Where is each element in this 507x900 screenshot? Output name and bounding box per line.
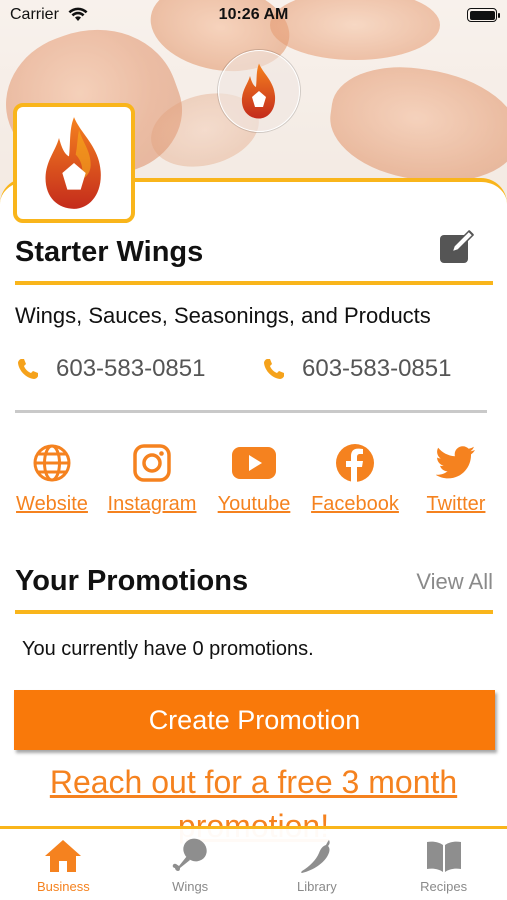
- phone-number: 603-583-0851: [302, 355, 452, 382]
- social-link-facebook[interactable]: Facebook: [305, 441, 405, 516]
- status-bar: Carrier 10:26 AM: [0, 0, 507, 30]
- battery-icon: [467, 8, 500, 22]
- social-link-twitter[interactable]: Twitter: [406, 441, 506, 516]
- section-divider: [15, 410, 487, 413]
- globe-icon: [33, 444, 71, 482]
- home-icon: [45, 840, 82, 872]
- title-divider: [15, 281, 493, 285]
- book-icon: [426, 841, 461, 872]
- business-name: Starter Wings: [15, 236, 204, 268]
- edit-icon[interactable]: [438, 228, 476, 266]
- youtube-icon: [232, 447, 276, 479]
- social-link-label: Instagram: [107, 493, 197, 515]
- phone-link[interactable]: 603-583-0851: [262, 355, 451, 383]
- tab-label: Wings: [172, 879, 209, 894]
- social-link-instagram[interactable]: Instagram: [102, 441, 202, 516]
- promotions-title: Your Promotions: [15, 565, 249, 597]
- business-logo[interactable]: [13, 103, 135, 223]
- pepper-icon: [301, 840, 330, 873]
- center-logo: [218, 50, 300, 132]
- tab-wings[interactable]: Wings: [127, 829, 254, 900]
- social-link-label: Website: [16, 493, 88, 515]
- social-link-label: Facebook: [311, 493, 399, 515]
- clock-label: 10:26 AM: [218, 6, 289, 23]
- flame-logo-icon: [241, 63, 276, 119]
- business-tagline: Wings, Sauces, Seasonings, and Products: [15, 303, 431, 328]
- social-link-youtube[interactable]: Youtube: [204, 441, 304, 516]
- promotions-divider: [15, 610, 493, 614]
- view-all-link[interactable]: View All: [416, 569, 493, 595]
- tab-business[interactable]: Business: [0, 829, 127, 900]
- tab-label: Business: [37, 879, 90, 894]
- tab-label: Library: [297, 879, 337, 894]
- social-link-label: Youtube: [217, 493, 291, 515]
- tab-library[interactable]: Library: [254, 829, 381, 900]
- phone-link[interactable]: 603-583-0851: [16, 355, 205, 383]
- social-link-website[interactable]: Website: [2, 441, 102, 516]
- phone-icon: [18, 359, 38, 379]
- tab-label: Recipes: [420, 879, 468, 894]
- facebook-icon: [336, 444, 374, 482]
- social-link-label: Twitter: [426, 493, 486, 515]
- phone-number: 603-583-0851: [56, 355, 206, 382]
- phone-icon: [264, 359, 284, 379]
- drumstick-icon: [172, 838, 207, 871]
- flame-logo-icon: [45, 117, 101, 209]
- twitter-icon: [436, 446, 475, 479]
- create-promotion-button[interactable]: Create Promotion: [14, 690, 495, 750]
- promotions-empty-text: You currently have 0 promotions.: [22, 638, 314, 660]
- tab-bar: Business Wings Library Recipes: [0, 826, 507, 900]
- tab-recipes[interactable]: Recipes: [380, 829, 507, 900]
- instagram-icon: [133, 444, 171, 482]
